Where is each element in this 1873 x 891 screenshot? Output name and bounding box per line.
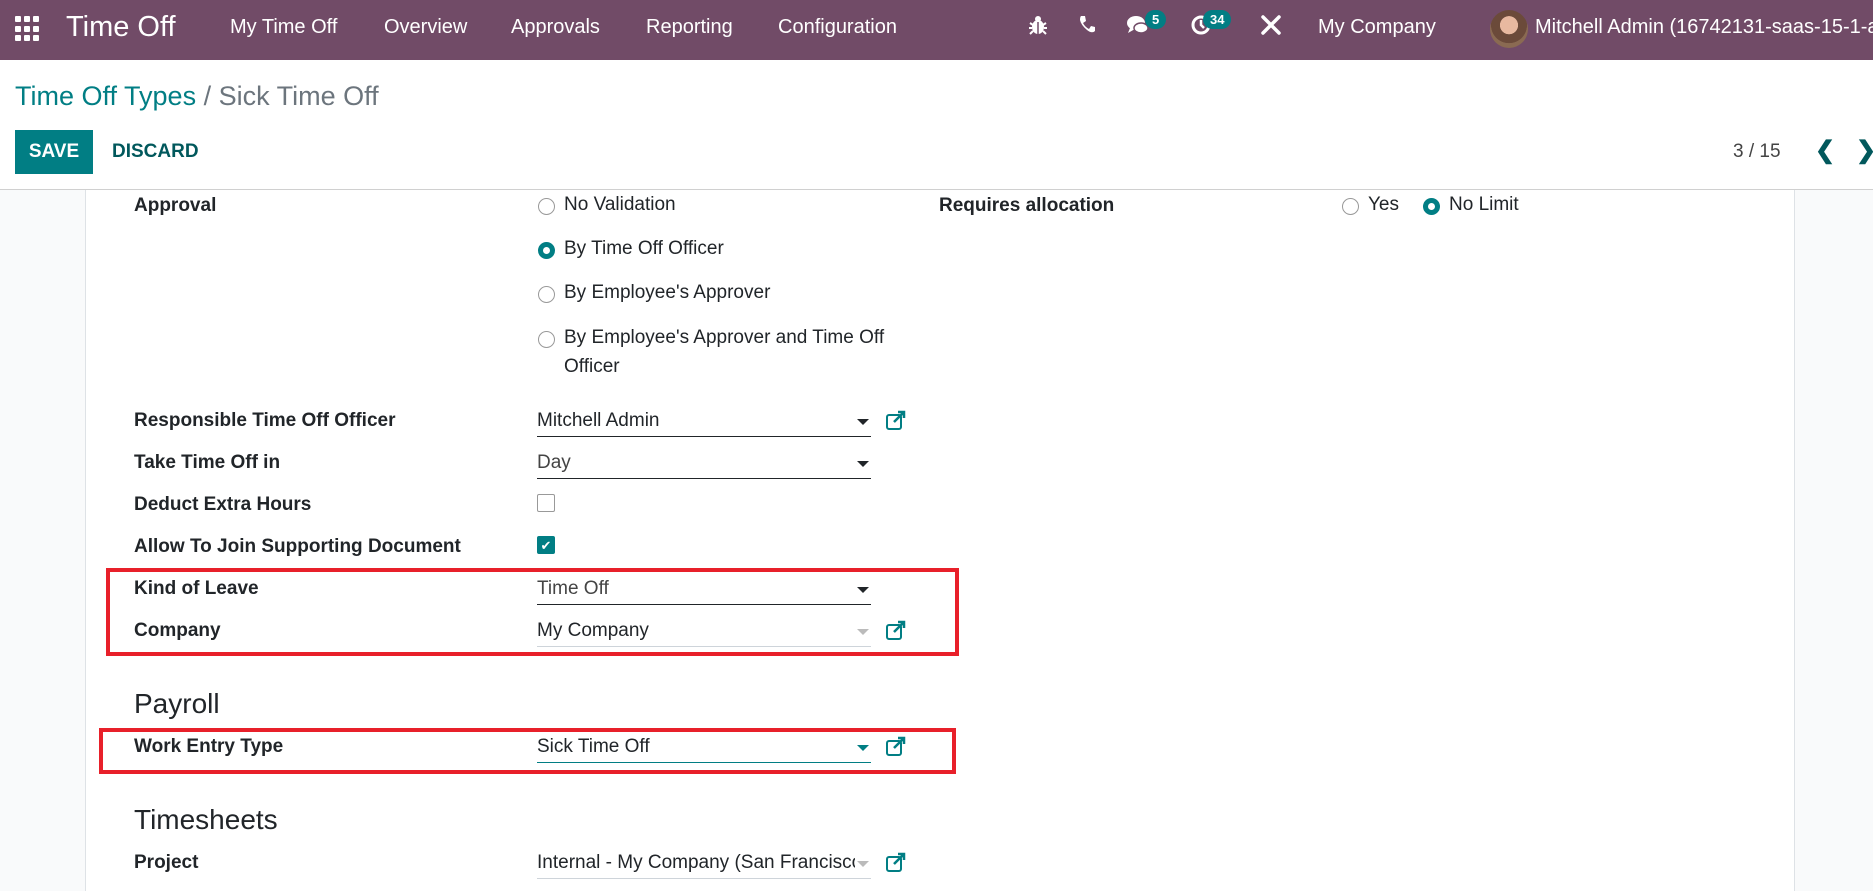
- pager-value: 3 / 15: [1733, 141, 1781, 162]
- apps-menu-icon[interactable]: [15, 16, 41, 42]
- bug-icon[interactable]: [1028, 14, 1048, 42]
- take-time-off-in-value: Day: [537, 452, 571, 473]
- responsible-select[interactable]: Mitchell Admin: [537, 407, 871, 437]
- company-switcher[interactable]: My Company: [1318, 16, 1436, 39]
- chevron-down-icon: [857, 745, 869, 751]
- chevron-down-icon: [857, 861, 869, 867]
- approval-label: Approval: [134, 195, 217, 216]
- chevron-down-icon: [857, 587, 869, 593]
- menu-approvals[interactable]: Approvals: [511, 16, 600, 39]
- requires-allocation-radio-no-limit[interactable]: [1423, 198, 1440, 215]
- approval-option-label: By Employee's Approver and Time Off Offi…: [564, 327, 885, 377]
- deduct-extra-hours-label: Deduct Extra Hours: [134, 494, 312, 515]
- requires-allocation-label: Requires allocation: [939, 195, 1115, 216]
- app-name[interactable]: Time Off: [66, 11, 176, 44]
- menu-overview[interactable]: Overview: [384, 16, 467, 39]
- tools-icon[interactable]: [1260, 14, 1282, 42]
- take-time-off-in-label: Take Time Off in: [134, 452, 281, 473]
- allow-supporting-document-checkbox[interactable]: ✔: [537, 536, 555, 554]
- external-link-icon[interactable]: [885, 736, 907, 758]
- approval-radio-both[interactable]: [538, 331, 555, 348]
- pager-previous-icon[interactable]: ❮: [1815, 136, 1835, 165]
- requires-allocation-option-label: Yes: [1368, 194, 1399, 215]
- top-navbar: Time Off My Time Off Overview Approvals …: [0, 0, 1873, 60]
- requires-allocation-option-label: No Limit: [1449, 194, 1519, 215]
- approval-radio-employee-approver[interactable]: [538, 286, 555, 303]
- chat-badge: 5: [1145, 10, 1167, 29]
- chevron-down-icon: [857, 629, 869, 635]
- take-time-off-in-select[interactable]: Day: [537, 449, 871, 479]
- approval-option-label: By Time Off Officer: [564, 238, 724, 259]
- kind-of-leave-label: Kind of Leave: [134, 578, 259, 599]
- phone-icon[interactable]: [1078, 14, 1096, 40]
- breadcrumb-separator: /: [203, 81, 212, 111]
- work-entry-type-select[interactable]: Sick Time Off: [537, 733, 871, 763]
- chevron-down-icon: [857, 419, 869, 425]
- kind-of-leave-value: Time Off: [537, 578, 609, 599]
- approval-radio-time-off-officer[interactable]: [538, 242, 555, 259]
- breadcrumb-current: Sick Time Off: [218, 81, 379, 111]
- control-panel: Time Off Types / Sick Time Off SAVE DISC…: [0, 60, 1873, 190]
- work-entry-type-label: Work Entry Type: [134, 736, 284, 757]
- breadcrumb: Time Off Types / Sick Time Off: [15, 81, 379, 112]
- responsible-label: Responsible Time Off Officer: [134, 410, 396, 431]
- timesheets-section-title: Timesheets: [134, 804, 278, 835]
- external-link-icon[interactable]: [885, 852, 907, 874]
- approval-option-label: By Employee's Approver: [564, 282, 771, 303]
- approval-option-label: No Validation: [564, 194, 676, 215]
- responsible-value: Mitchell Admin: [537, 410, 660, 431]
- company-value: My Company: [537, 620, 649, 641]
- project-select[interactable]: Internal - My Company (San Francisco): [537, 849, 871, 879]
- deduct-extra-hours-checkbox[interactable]: [537, 494, 555, 512]
- kind-of-leave-select[interactable]: Time Off: [537, 575, 871, 605]
- company-label: Company: [134, 620, 221, 641]
- payroll-section-title: Payroll: [134, 688, 220, 719]
- menu-my-time-off[interactable]: My Time Off: [230, 16, 337, 39]
- company-select[interactable]: My Company: [537, 617, 871, 647]
- allow-supporting-document-label: Allow To Join Supporting Document: [134, 536, 461, 557]
- external-link-icon[interactable]: [885, 620, 907, 642]
- breadcrumb-parent[interactable]: Time Off Types: [15, 81, 196, 111]
- approval-radio-no-validation[interactable]: [538, 198, 555, 215]
- work-entry-type-value: Sick Time Off: [537, 736, 650, 757]
- pager-next-icon[interactable]: ❯: [1856, 136, 1873, 165]
- form-sheet: Approval No Validation By Time Off Offic…: [85, 190, 1795, 891]
- discard-button[interactable]: DISCARD: [100, 130, 211, 174]
- user-avatar[interactable]: [1490, 10, 1528, 48]
- requires-allocation-radio-yes[interactable]: [1342, 198, 1359, 215]
- activity-badge: 34: [1203, 10, 1232, 29]
- external-link-icon[interactable]: [885, 410, 907, 432]
- menu-reporting[interactable]: Reporting: [646, 16, 733, 39]
- project-value: Internal - My Company (San Francisco): [537, 852, 855, 873]
- save-button[interactable]: SAVE: [15, 130, 93, 174]
- chevron-down-icon: [857, 461, 869, 467]
- project-label: Project: [134, 852, 199, 873]
- user-menu[interactable]: Mitchell Admin (16742131-saas-15-1-all): [1535, 16, 1873, 39]
- menu-configuration[interactable]: Configuration: [778, 16, 897, 39]
